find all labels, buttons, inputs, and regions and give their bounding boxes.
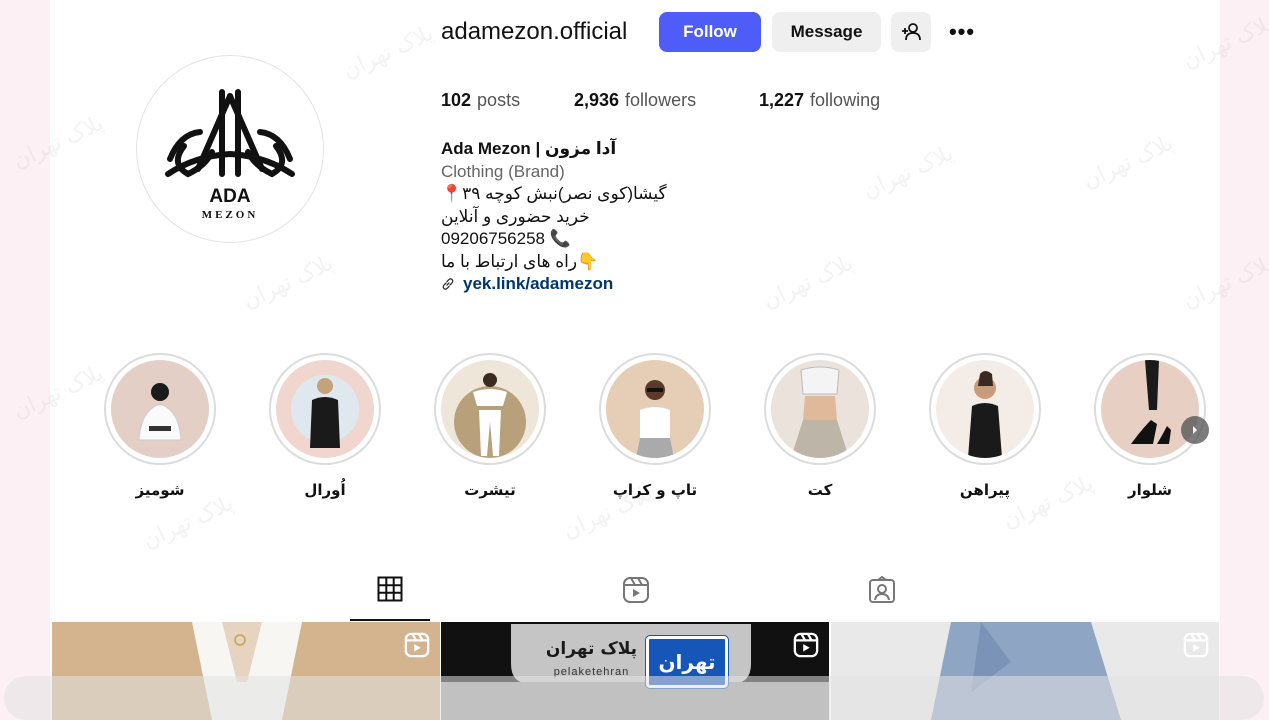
username: adamezon.official xyxy=(441,18,628,45)
bottom-overlay-bar xyxy=(4,676,1264,720)
following-label: following xyxy=(810,90,881,110)
following-count[interactable]: 1,227 following xyxy=(759,90,880,111)
highlights-next-button[interactable] xyxy=(1181,416,1209,444)
post-sign-text: پلاک تهران xyxy=(545,639,638,659)
highlight-item[interactable]: اُورال xyxy=(269,353,381,499)
logo-text-top: ADA xyxy=(209,186,250,207)
profile-bio: Ada Mezon | آدا مزون Clothing (Brand) 📍گ… xyxy=(441,138,741,296)
bio-line-contact: راه های ارتباط با ما👇 xyxy=(441,251,599,271)
message-button[interactable]: Message xyxy=(772,12,881,52)
posts-count[interactable]: 102 posts xyxy=(441,90,520,111)
highlight-cover-icon xyxy=(1131,360,1171,444)
highlight-label: شومیز xyxy=(135,481,185,499)
following-count-value: 1,227 xyxy=(759,90,805,110)
highlight-item[interactable]: تیشرت xyxy=(434,353,546,499)
category-label: Clothing (Brand) xyxy=(441,161,565,181)
suggest-users-button[interactable] xyxy=(891,12,931,52)
posts-grid-icon xyxy=(377,576,403,602)
profile-avatar[interactable]: ADA MEZON xyxy=(136,55,324,243)
highlight-label: تیشرت xyxy=(464,481,516,499)
bio-link[interactable]: yek.link/adamezon xyxy=(463,273,613,296)
tab-posts[interactable] xyxy=(350,576,430,622)
tagged-icon xyxy=(869,576,895,603)
highlight-cover-icon xyxy=(454,373,526,458)
reel-badge-icon xyxy=(404,632,430,658)
highlight-item[interactable]: تاپ و کراپ xyxy=(599,353,711,499)
followers-count-value: 2,936 xyxy=(574,90,620,110)
highlight-cover-icon xyxy=(968,371,1002,458)
follow-button[interactable]: Follow xyxy=(659,12,761,52)
highlight-label: تاپ و کراپ xyxy=(612,481,698,499)
add-user-icon xyxy=(902,23,921,41)
highlight-cover-icon xyxy=(138,383,182,441)
bio-line-address: 📍گیشا(کوی نصر)نبش کوچه ۳۹ xyxy=(441,184,667,203)
highlight-cover-icon xyxy=(291,375,359,448)
link-icon xyxy=(442,278,454,291)
posts-count-value: 102 xyxy=(441,90,472,110)
highlight-cover-icon xyxy=(791,366,849,458)
followers-label: followers xyxy=(625,90,697,110)
highlight-label: اُورال xyxy=(304,481,346,499)
reels-icon xyxy=(623,577,649,603)
reel-badge-icon xyxy=(1183,632,1209,658)
highlight-item[interactable]: پیراهن xyxy=(929,353,1041,499)
highlight-item[interactable]: شومیز xyxy=(104,353,216,499)
reel-badge-icon xyxy=(793,632,819,658)
highlight-item[interactable]: کت xyxy=(764,353,876,499)
followers-count[interactable]: 2,936 followers xyxy=(574,90,696,111)
posts-label: posts xyxy=(477,90,521,110)
bio-line-phone: 09206756258 📞 xyxy=(441,229,571,248)
highlight-label: پیراهن xyxy=(959,481,1011,499)
display-name: Ada Mezon | آدا مزون xyxy=(441,139,617,158)
bio-line-shopping: خرید حضوری و آنلاین xyxy=(441,206,590,226)
bio-link-row[interactable]: yek.link/adamezon xyxy=(441,273,741,296)
tab-reels[interactable] xyxy=(596,576,676,622)
ada-mezon-logo-icon: ADA MEZON xyxy=(165,89,295,221)
active-tab-indicator xyxy=(350,619,430,621)
chevron-right-icon xyxy=(1193,426,1197,434)
highlight-label: شلوار xyxy=(1127,481,1173,499)
more-options-button[interactable]: ••• xyxy=(944,12,980,52)
logo-text-bottom: MEZON xyxy=(202,209,259,221)
highlight-cover-icon xyxy=(636,380,674,458)
highlight-label: کت xyxy=(807,481,833,499)
tab-tagged[interactable] xyxy=(842,576,922,622)
